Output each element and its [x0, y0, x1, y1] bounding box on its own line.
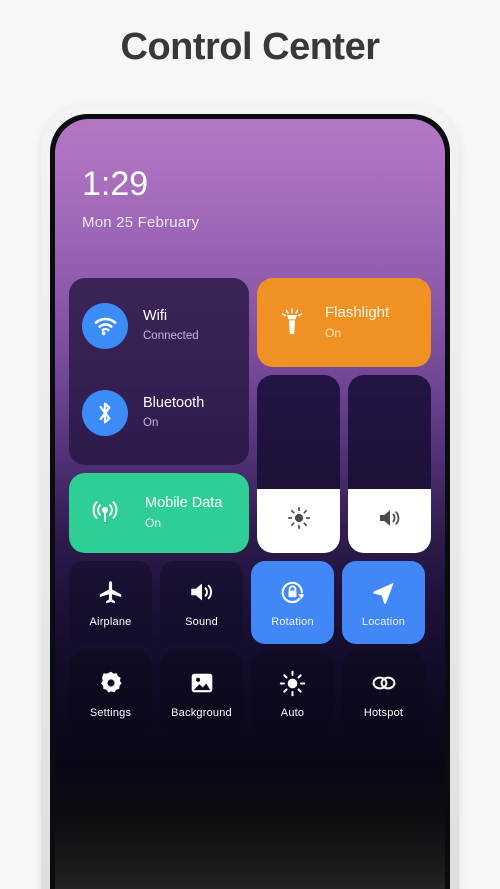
phone-mockup: 1:29 Mon 25 February Wifi Connected Blue… [41, 105, 459, 889]
flashlight-icon [279, 307, 305, 338]
brightness-slider[interactable] [257, 375, 340, 553]
top-tile-zone: Wifi Connected Bluetooth On Mobile Data … [69, 278, 431, 553]
bluetooth-label: Bluetooth [143, 395, 205, 412]
tile-auto-label: Auto [280, 707, 305, 719]
gear-icon [98, 668, 124, 698]
wifi-text: Wifi Connected [143, 308, 199, 343]
volume-slider[interactable] [348, 375, 431, 553]
tile-flashlight[interactable]: Flashlight On [257, 278, 431, 367]
mobile-data-state: On [145, 515, 162, 530]
flashlight-text: Flashlight On [325, 305, 389, 340]
quick-tiles-row-1: Airplane Sound Rotation Location [69, 561, 431, 644]
bluetooth-icon [82, 390, 128, 436]
tile-mobile-data[interactable]: Mobile Data On [69, 473, 249, 553]
tile-rotation[interactable]: Rotation [251, 561, 334, 644]
rotation-lock-icon [278, 577, 307, 607]
tile-wifi[interactable]: Wifi Connected [82, 303, 199, 349]
control-center-page: Control Center 1:29 Mon 25 February Wifi… [0, 0, 500, 889]
brightness-slider-fill [257, 488, 340, 553]
tile-grid: Wifi Connected Bluetooth On Mobile Data … [69, 278, 431, 735]
quick-tiles-row-2: Settings Background Auto Hotspot [69, 652, 431, 735]
bluetooth-state: On [143, 417, 159, 430]
tile-rotation-label: Rotation [271, 616, 314, 628]
tile-background-label: Background [171, 707, 232, 719]
tile-location[interactable]: Location [342, 561, 425, 644]
flashlight-label: Flashlight [325, 304, 390, 322]
airplane-icon [97, 577, 124, 607]
tile-sound-label: Sound [185, 616, 218, 628]
volume-slider-fill [348, 488, 431, 553]
tile-hotspot[interactable]: Hotspot [342, 652, 425, 735]
location-arrow-icon [370, 577, 397, 607]
tile-sound[interactable]: Sound [160, 561, 243, 644]
flashlight-state: On [325, 325, 342, 340]
wifi-icon [82, 303, 128, 349]
volume-icon [188, 577, 216, 607]
wifi-label: Wifi [143, 308, 168, 325]
tile-settings-label: Settings [89, 707, 132, 719]
hotspot-icon [369, 668, 399, 698]
tile-hotspot-label: Hotspot [363, 707, 404, 719]
volume-icon [377, 506, 403, 535]
wifi-state: Connected [143, 330, 199, 343]
brightness-auto-icon [279, 668, 306, 698]
tile-airplane-label: Airplane [89, 616, 132, 628]
tile-settings[interactable]: Settings [69, 652, 152, 735]
tile-airplane[interactable]: Airplane [69, 561, 152, 644]
phone-frame: 1:29 Mon 25 February Wifi Connected Blue… [50, 114, 450, 889]
page-title: Control Center [120, 26, 381, 68]
tile-location-label: Location [361, 616, 406, 628]
phone-screen: 1:29 Mon 25 February Wifi Connected Blue… [55, 119, 445, 889]
clock-time: 1:29 [82, 165, 149, 203]
brightness-icon [287, 506, 311, 535]
mobile-data-text: Mobile Data On [145, 494, 223, 530]
bluetooth-text: Bluetooth On [143, 395, 205, 430]
tile-bluetooth[interactable]: Bluetooth On [82, 390, 204, 436]
status-clock: 1:29 Mon 25 February [82, 167, 199, 231]
tile-auto[interactable]: Auto [251, 652, 334, 735]
tile-background[interactable]: Background [160, 652, 243, 735]
cell-tower-icon [89, 500, 121, 526]
clock-date: Mon 25 February [82, 214, 200, 231]
mobile-data-label: Mobile Data [145, 494, 223, 511]
connectivity-group: Wifi Connected Bluetooth On [69, 278, 249, 465]
image-icon [189, 668, 215, 698]
